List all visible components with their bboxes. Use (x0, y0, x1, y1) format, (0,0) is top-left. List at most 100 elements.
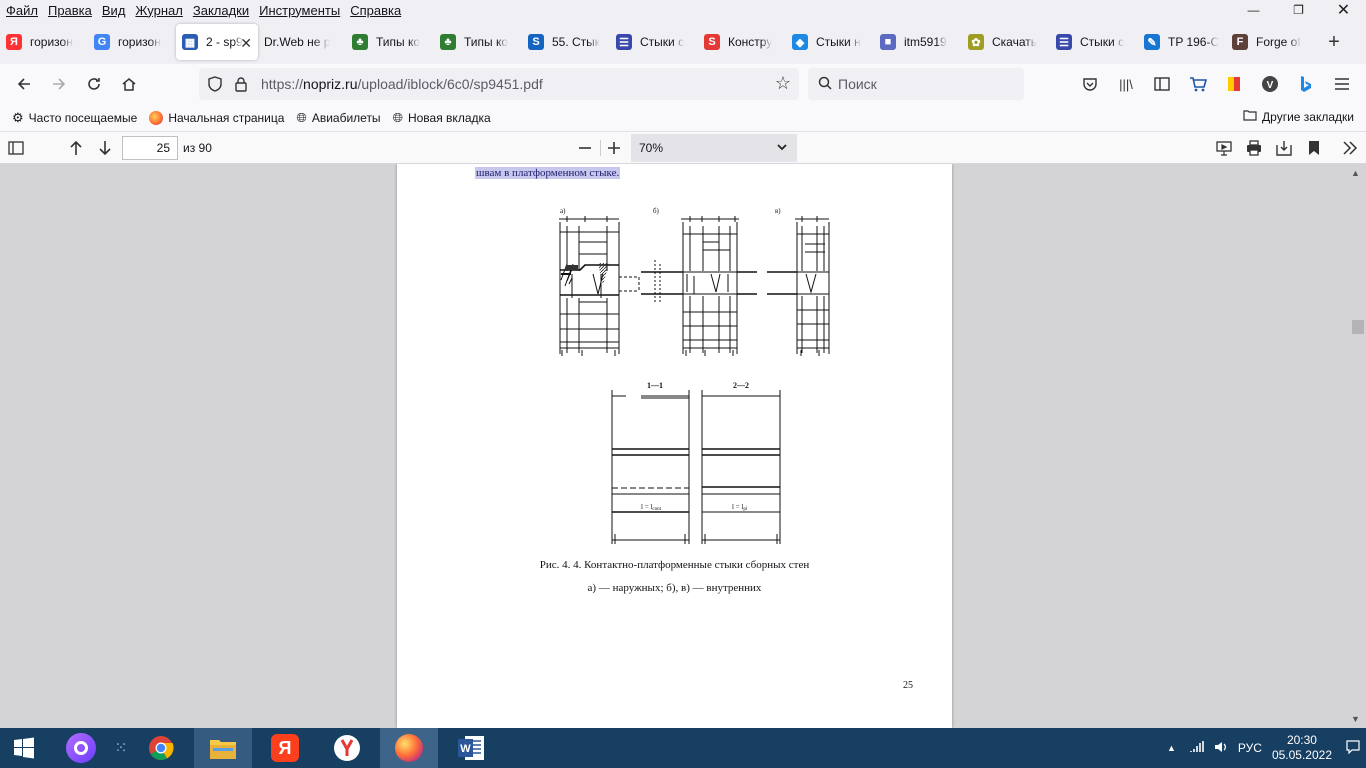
menu-hamburger-icon[interactable] (1324, 68, 1360, 100)
url-host: nopriz.ru (303, 76, 358, 92)
forge-icon: F (1232, 34, 1248, 50)
tab[interactable]: Dr.Web не р (258, 24, 346, 60)
joint-b-drawing (641, 216, 757, 356)
vertical-scrollbar[interactable]: ▲ ▼ (1349, 164, 1366, 728)
bookmark-start-page[interactable]: Начальная страница (149, 110, 285, 125)
globe-icon: 🌐︎ (296, 109, 307, 125)
menu-bar: Файл Правка Вид Журнал Закладки Инструме… (0, 0, 1366, 20)
firefox-icon[interactable] (380, 728, 438, 768)
zoom-in-icon[interactable] (600, 134, 628, 162)
tab-label: itm5919 (904, 35, 947, 49)
bookmarks-bar: ⚙ Часто посещаемые Начальная страница 🌐︎ А… (0, 104, 1366, 132)
svg-text:W: W (460, 743, 471, 755)
speaker-icon[interactable] (1214, 741, 1228, 756)
reload-icon[interactable] (78, 68, 110, 100)
tab[interactable]: ♣ Типы ко (346, 24, 434, 60)
search-box[interactable]: Поиск (808, 68, 1024, 100)
yandex-icon: Я (6, 34, 22, 50)
browser-window: Файл Правка Вид Журнал Закладки Инструме… (0, 0, 1366, 768)
notifications-icon[interactable] (1346, 739, 1360, 757)
tab[interactable]: Ягоризон (0, 24, 88, 60)
bookmark-label: Авиабилеты (311, 110, 381, 125)
tab[interactable]: ✎ TP 196-С (1138, 24, 1226, 60)
menu-history[interactable]: Журнал (131, 3, 186, 18)
minimize-icon[interactable]: — (1231, 0, 1276, 20)
tab[interactable]: ☰ Стыки с (1050, 24, 1138, 60)
menu-tools[interactable]: Инструменты (255, 3, 344, 18)
print-icon[interactable] (1240, 134, 1268, 162)
tab[interactable]: F Forge of (1226, 24, 1314, 60)
tab[interactable]: S Констру (698, 24, 786, 60)
search-placeholder: Поиск (838, 76, 877, 92)
menu-view[interactable]: Вид (98, 3, 130, 18)
sidebar-icon[interactable] (1144, 68, 1180, 100)
cart-icon[interactable] (1180, 68, 1216, 100)
zoom-select[interactable]: 70% (631, 134, 797, 162)
tab[interactable]: Gгоризон (88, 24, 176, 60)
tab[interactable]: ■ itm5919 (874, 24, 962, 60)
bookmark-page-icon[interactable] (1300, 134, 1328, 162)
scroll-down-icon[interactable]: ▼ (1351, 714, 1360, 724)
close-tab-icon[interactable]: ✕ (240, 35, 252, 52)
menu-file[interactable]: Файл (2, 3, 42, 18)
bookmark-new-tab[interactable]: 🌐︎ Новая вкладка (393, 110, 491, 126)
tab[interactable]: ♣ Типы ко (434, 24, 522, 60)
menu-help[interactable]: Справка (346, 3, 405, 18)
toggle-sidebar-icon[interactable] (2, 134, 30, 162)
tab[interactable]: S 55. Стык (522, 24, 610, 60)
lock-icon[interactable] (233, 76, 249, 92)
bing-icon[interactable] (1288, 68, 1324, 100)
restore-icon[interactable]: ❐ (1276, 0, 1321, 20)
s-icon: S (528, 34, 544, 50)
pdf-viewer[interactable]: швам в платформенном стыке. а) б) в) 1—1… (0, 164, 1366, 728)
vpn-icon[interactable]: V (1252, 68, 1288, 100)
tray-chevron-up-icon[interactable]: ▲ (1167, 743, 1176, 753)
tab[interactable]: ◆ Стыки н (786, 24, 874, 60)
tab-label: Стыки с (640, 35, 685, 49)
word-icon[interactable]: W (442, 728, 500, 768)
flower-icon: ✿ (968, 34, 984, 50)
yandex-browser-red-icon[interactable]: Я (256, 728, 314, 768)
tab-label: Стыки с (1080, 35, 1125, 49)
tab[interactable]: ✿ Скачать (962, 24, 1050, 60)
alice-assistant-icon[interactable] (52, 728, 110, 768)
page-number-input[interactable]: 25 (122, 136, 178, 160)
next-page-icon[interactable] (91, 134, 119, 162)
library-icon[interactable]: |||\ (1108, 68, 1144, 100)
menu-bookmarks[interactable]: Закладки (189, 3, 253, 18)
clock-date: 05.05.2022 (1271, 748, 1332, 762)
file-explorer-icon[interactable] (194, 728, 252, 768)
bookmark-flights[interactable]: 🌐︎ Авиабилеты (296, 110, 380, 126)
extension-flag-icon[interactable] (1216, 68, 1252, 100)
yandex-browser-icon[interactable] (318, 728, 376, 768)
shield-icon[interactable] (207, 76, 223, 92)
tab[interactable]: ▦ 2 - sp9 ✕ (176, 24, 258, 60)
close-window-icon[interactable]: ✕ (1321, 0, 1366, 20)
bookmark-other[interactable]: Другие закладки (1243, 109, 1354, 124)
presentation-mode-icon[interactable] (1210, 134, 1238, 162)
bookmark-most-visited[interactable]: ⚙ Часто посещаемые (12, 110, 137, 126)
tools-double-chevron-icon[interactable] (1336, 134, 1364, 162)
new-tab-icon[interactable]: + (1314, 24, 1354, 60)
save-download-icon[interactable] (1270, 134, 1298, 162)
tab[interactable]: ☰ Стыки с (610, 24, 698, 60)
language-indicator[interactable]: РУС (1238, 741, 1262, 755)
label-l-cont: l = lcont (641, 503, 662, 512)
previous-page-icon[interactable] (62, 134, 90, 162)
url-bar[interactable]: https://nopriz.ru/upload/iblock/6c0/sp94… (199, 68, 799, 100)
network-signal-icon[interactable] (1190, 740, 1204, 756)
scroll-thumb[interactable] (1352, 320, 1364, 334)
forward-icon[interactable] (43, 68, 75, 100)
home-icon[interactable] (113, 68, 145, 100)
back-icon[interactable] (8, 68, 40, 100)
windows-start-icon[interactable] (0, 728, 48, 768)
zoom-out-icon[interactable] (571, 134, 599, 162)
section-2-2-drawing (701, 390, 781, 544)
bookmark-label: Начальная страница (168, 110, 285, 125)
bookmark-star-icon[interactable]: ☆ (775, 74, 791, 92)
menu-edit[interactable]: Правка (44, 3, 96, 18)
chrome-icon[interactable] (132, 728, 190, 768)
clock[interactable]: 20:30 05.05.2022 (1272, 733, 1332, 763)
pocket-icon[interactable] (1072, 68, 1108, 100)
scroll-up-icon[interactable]: ▲ (1351, 168, 1360, 178)
